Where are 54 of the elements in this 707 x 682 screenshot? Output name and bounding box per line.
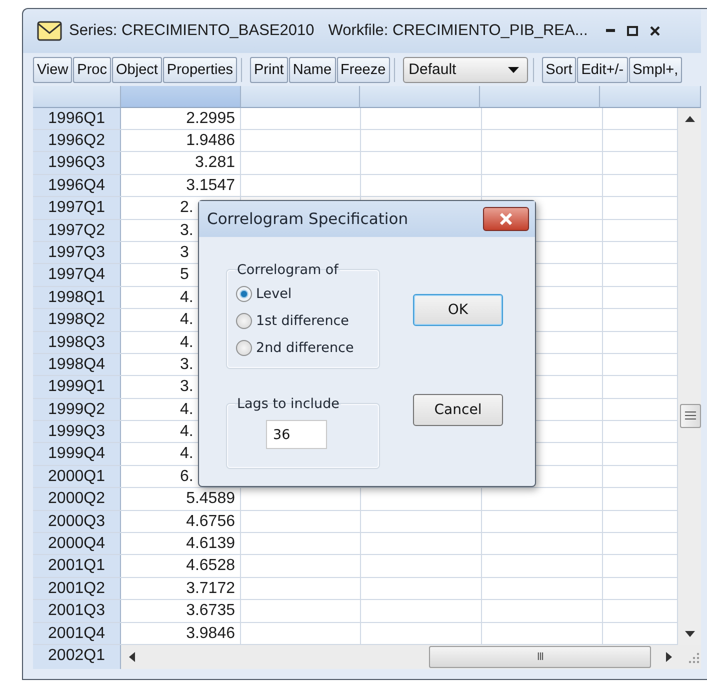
row-label: 1998Q4: [33, 354, 121, 376]
lags-field[interactable]: 36: [266, 420, 327, 449]
row-label: 1996Q1: [33, 108, 121, 130]
row-label: 2001Q3: [33, 600, 121, 622]
row-label: 1997Q1: [33, 197, 121, 219]
view-dropdown[interactable]: Default: [402, 56, 528, 83]
row-label: 2000Q4: [33, 533, 121, 554]
row-label: 2000Q3: [33, 510, 121, 532]
row-label: 1999Q3: [33, 421, 121, 442]
row-label: 2001Q1: [33, 555, 121, 577]
row-label: 1996Q2: [33, 130, 121, 152]
row-label: 1997Q3: [33, 242, 121, 264]
row-label: 1998Q3: [33, 332, 121, 353]
row-label: 1999Q4: [33, 443, 121, 465]
row-label: 1998Q2: [33, 309, 121, 331]
row-label: 1996Q4: [33, 174, 121, 196]
row-label: 2002Q1: [33, 645, 121, 669]
table-cell: 3.1547: [121, 174, 241, 196]
row-label: 2001Q4: [33, 622, 121, 644]
toolbar-button[interactable]: Name: [288, 56, 336, 83]
toolbar-button[interactable]: Properties: [162, 56, 238, 83]
ok-button[interactable]: OK: [413, 294, 503, 326]
toolbar-button[interactable]: Proc: [73, 56, 111, 83]
row-label: 1998Q1: [33, 286, 121, 308]
workfile-title: Workfile: CRECIMIENTO_PIB_REA...: [328, 22, 588, 40]
row-label: 2000Q2: [33, 488, 121, 510]
toolbar-button[interactable]: Object: [112, 56, 162, 83]
table-cell: 4.6528: [121, 555, 241, 577]
table-cell: 1.9486: [121, 130, 241, 152]
toolbar-button[interactable]: View: [33, 56, 72, 83]
toolbar-button[interactable]: Print: [250, 56, 288, 83]
table-cell: 2.2995: [121, 108, 241, 130]
cancel-button[interactable]: Cancel: [413, 394, 503, 426]
table-cell: 4.6756: [121, 510, 241, 532]
row-label: 1999Q2: [33, 398, 121, 420]
table-cell: 3.9846: [121, 622, 241, 644]
toolbar-button[interactable]: Freeze: [336, 56, 390, 83]
toolbar-button[interactable]: Sort: [542, 56, 576, 83]
scroll-thumb[interactable]: III: [429, 646, 651, 668]
table-cell: 3.7172: [121, 578, 241, 600]
table-cell: 5.4589: [121, 488, 241, 510]
toolbar-button[interactable]: Smpl+,: [628, 56, 682, 83]
row-label: 1999Q1: [33, 376, 121, 398]
toolbar-button[interactable]: Edit+/-: [577, 56, 628, 83]
horizontal-scrollbar[interactable]: III: [121, 645, 701, 669]
row-label: 1997Q2: [33, 220, 121, 241]
table-cell: 3.6735: [121, 600, 241, 622]
row-label: 1997Q4: [33, 264, 121, 286]
series-title: Series: CRECIMIENTO_BASE2010: [69, 22, 314, 40]
row-label: 2001Q2: [33, 578, 121, 600]
table-cell: 3.281: [121, 152, 241, 174]
table-cell: 4.6139: [121, 533, 241, 554]
row-label: 2000Q1: [33, 466, 121, 488]
row-label: 1996Q3: [33, 152, 121, 174]
